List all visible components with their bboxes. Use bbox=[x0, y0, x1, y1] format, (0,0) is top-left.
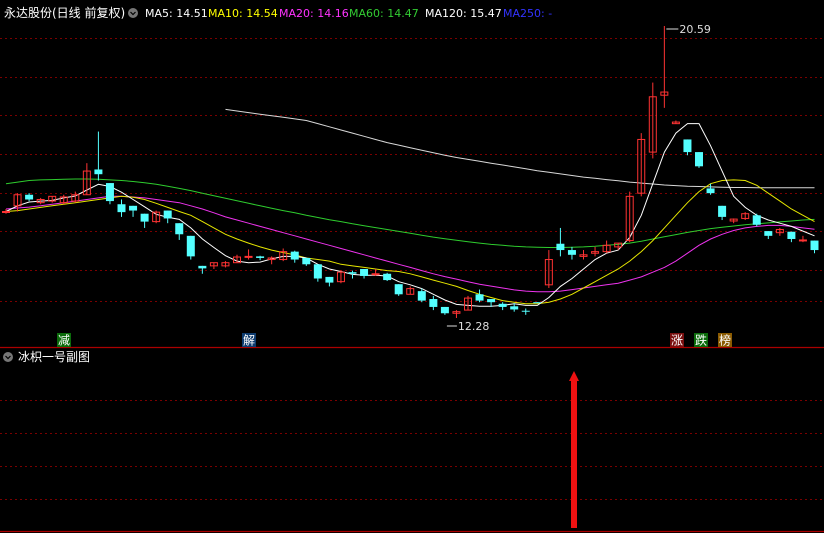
stock-title: 永达股份(日线 前复权) bbox=[4, 5, 125, 20]
candle-body bbox=[371, 273, 380, 276]
candle-body bbox=[417, 291, 426, 301]
candle-body bbox=[798, 239, 807, 242]
ma-legend-1: MA10: 14.54 bbox=[208, 7, 278, 20]
candle-body bbox=[752, 215, 761, 225]
candle-body bbox=[429, 299, 438, 307]
ma-legend-4: MA120: 15.47 bbox=[425, 7, 502, 20]
candle-body bbox=[498, 303, 507, 307]
candle-body bbox=[325, 276, 334, 283]
candle-body bbox=[706, 188, 715, 194]
candle-body bbox=[487, 299, 496, 303]
candle-body bbox=[2, 211, 10, 214]
candle-body bbox=[198, 265, 207, 269]
signal-badge-text: 榜 bbox=[719, 333, 731, 348]
candle-body bbox=[117, 204, 126, 213]
candle-body bbox=[163, 210, 172, 219]
signal-arrow-bar bbox=[571, 381, 577, 528]
ma-legend-3: MA60: 14.47 bbox=[349, 7, 419, 20]
candle-body bbox=[175, 223, 184, 235]
candle-body bbox=[764, 231, 773, 236]
chart-svg: 20.59 12.28 永达股份(日线 前复权) MA5: 14.51 MA10: 14… bbox=[0, 0, 824, 533]
candle-body bbox=[94, 169, 103, 175]
candle-body bbox=[360, 269, 369, 276]
candle bbox=[533, 302, 542, 304]
candle-body bbox=[25, 194, 34, 200]
candle-body bbox=[313, 264, 322, 279]
candle bbox=[394, 284, 403, 296]
candle-body bbox=[810, 240, 819, 251]
candle-body bbox=[567, 250, 576, 255]
candle-body bbox=[787, 231, 796, 239]
candle bbox=[186, 235, 195, 260]
ma-legend-2: MA20: 14.16 bbox=[279, 7, 349, 20]
candle-body bbox=[244, 255, 253, 258]
candle-body bbox=[683, 139, 692, 153]
candle-body bbox=[302, 257, 311, 265]
chevron-down-icon bbox=[128, 8, 138, 18]
candle-body bbox=[383, 273, 392, 281]
candle-body bbox=[718, 205, 727, 217]
background bbox=[0, 0, 824, 533]
candle bbox=[695, 152, 703, 168]
signal-badge-text: 跌 bbox=[695, 333, 707, 348]
signal-badge-text: 涨 bbox=[671, 333, 683, 348]
candle-body bbox=[510, 306, 519, 310]
candle bbox=[752, 213, 761, 227]
candle-body bbox=[348, 272, 357, 274]
signal-badge-text: 解 bbox=[243, 334, 255, 348]
candle-body bbox=[475, 294, 484, 301]
candle-body bbox=[521, 310, 530, 312]
candle-body bbox=[140, 213, 149, 222]
candle-body bbox=[394, 284, 403, 295]
ma-legend-5: MA250: - bbox=[503, 7, 552, 20]
candle-body bbox=[256, 256, 265, 258]
candle-body bbox=[290, 251, 299, 260]
candle-body bbox=[105, 183, 114, 202]
candle-body bbox=[533, 302, 542, 304]
candle-body bbox=[556, 243, 565, 251]
candle bbox=[383, 272, 392, 282]
candle bbox=[105, 183, 114, 205]
min-price-label: 12.28 bbox=[458, 320, 490, 333]
max-price-label: 20.59 bbox=[679, 23, 711, 36]
candle-body bbox=[440, 306, 449, 314]
chevron-down-icon bbox=[3, 352, 13, 362]
ma-legend-0: MA5: 14.51 bbox=[145, 7, 208, 20]
candle-body bbox=[129, 205, 138, 211]
signal-badge-text: 减 bbox=[58, 334, 70, 348]
candle-body bbox=[186, 235, 195, 257]
sub-panel-title: 冰枳一号副图 bbox=[18, 350, 90, 364]
candle-body bbox=[695, 152, 703, 167]
